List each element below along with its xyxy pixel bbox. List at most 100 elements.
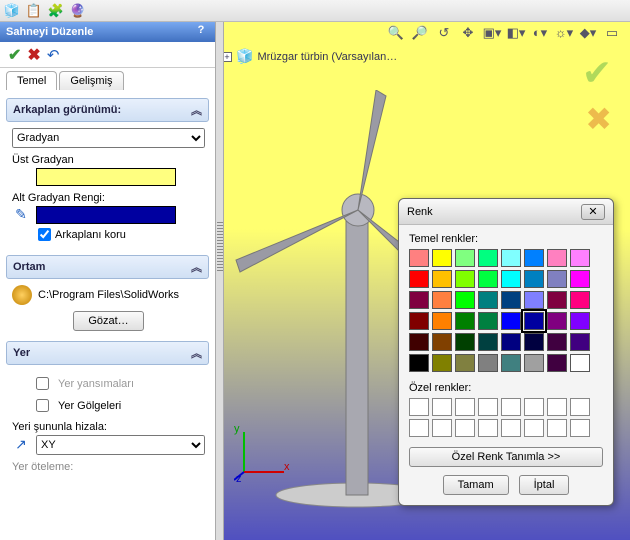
custom-color-swatch[interactable] (524, 419, 544, 437)
basic-color-swatch[interactable] (501, 291, 521, 309)
basic-color-swatch[interactable] (478, 354, 498, 372)
custom-color-swatch[interactable] (409, 419, 429, 437)
custom-color-swatch[interactable] (455, 419, 475, 437)
group-floor[interactable]: Yer ︽ (6, 341, 209, 365)
basic-color-swatch[interactable] (478, 333, 498, 351)
basic-color-swatch[interactable] (432, 312, 452, 330)
toolbar-icon-3[interactable]: 🧩 (47, 2, 65, 20)
section-icon[interactable]: ▣▾ (482, 24, 502, 42)
custom-color-swatch[interactable] (570, 398, 590, 416)
custom-color-swatch[interactable] (547, 398, 567, 416)
basic-color-swatch[interactable] (409, 354, 429, 372)
floor-reflections-checkbox[interactable] (36, 377, 49, 390)
basic-color-swatch[interactable] (455, 291, 475, 309)
basic-color-swatch[interactable] (547, 312, 567, 330)
cancel-corner-icon[interactable]: ✖ (585, 100, 612, 138)
custom-color-swatch[interactable] (570, 419, 590, 437)
basic-color-swatch[interactable] (547, 291, 567, 309)
group-background[interactable]: Arkaplan görünümü: ︽ (6, 98, 209, 122)
define-custom-color-button[interactable]: Özel Renk Tanımla >> (409, 447, 603, 467)
floor-align-select[interactable]: XY (36, 435, 205, 455)
basic-color-swatch[interactable] (501, 270, 521, 288)
basic-color-swatch[interactable] (409, 249, 429, 267)
basic-color-swatch[interactable] (432, 333, 452, 351)
custom-color-swatch[interactable] (409, 398, 429, 416)
basic-color-swatch[interactable] (478, 291, 498, 309)
scene-icon[interactable]: ☼▾ (554, 24, 574, 42)
toolbar-icon-4[interactable]: 🔮 (69, 2, 87, 20)
basic-color-swatch[interactable] (524, 333, 544, 351)
basic-color-swatch[interactable] (432, 270, 452, 288)
rotate-icon[interactable]: ↺ (434, 24, 454, 42)
eyedropper-icon[interactable]: ✎ (12, 206, 30, 224)
basic-color-swatch[interactable] (501, 249, 521, 267)
help-icon[interactable]: ? (193, 24, 209, 40)
basic-color-swatch[interactable] (570, 249, 590, 267)
undo-icon[interactable]: ↶ (47, 46, 60, 64)
splitter[interactable] (216, 22, 224, 540)
basic-color-swatch[interactable] (570, 291, 590, 309)
floor-shadows-label[interactable]: Yer Gölgeleri (58, 400, 121, 412)
custom-color-swatch[interactable] (455, 398, 475, 416)
custom-color-swatch[interactable] (478, 398, 498, 416)
floor-shadows-checkbox[interactable] (36, 399, 49, 412)
align-icon[interactable]: ↗ (12, 436, 30, 454)
pan-icon[interactable]: ✥ (458, 24, 478, 42)
basic-color-swatch[interactable] (524, 312, 544, 330)
feature-tree-item[interactable]: + 🧊 Mrüzgar türbin (Varsayılan… (222, 48, 397, 65)
basic-color-swatch[interactable] (570, 333, 590, 351)
basic-color-swatch[interactable] (501, 333, 521, 351)
custom-color-swatch[interactable] (432, 398, 452, 416)
confirm-corner-icon[interactable]: ✔ (582, 52, 612, 94)
basic-color-swatch[interactable] (455, 249, 475, 267)
custom-color-swatch[interactable] (501, 419, 521, 437)
basic-color-swatch[interactable] (455, 354, 475, 372)
basic-color-swatch[interactable] (547, 270, 567, 288)
appearance-icon[interactable]: ◆▾ (578, 24, 598, 42)
basic-color-swatch[interactable] (432, 354, 452, 372)
basic-color-swatch[interactable] (478, 249, 498, 267)
custom-color-swatch[interactable] (478, 419, 498, 437)
top-gradient-swatch[interactable] (36, 168, 176, 186)
zoom-area-icon[interactable]: 🔎 (410, 24, 430, 42)
color-dialog-titlebar[interactable]: Renk ✕ (399, 199, 613, 225)
view-cube-icon[interactable]: ◧▾ (506, 24, 526, 42)
toolbar-icon-1[interactable]: 🧊 (3, 2, 21, 20)
basic-color-swatch[interactable] (409, 270, 429, 288)
cancel-icon[interactable]: ✖ (27, 45, 40, 65)
display-style-icon[interactable]: ◐▾ (530, 24, 550, 42)
color-ok-button[interactable]: Tamam (443, 475, 509, 495)
basic-color-swatch[interactable] (455, 333, 475, 351)
custom-color-swatch[interactable] (501, 398, 521, 416)
basic-color-swatch[interactable] (455, 312, 475, 330)
group-environment[interactable]: Ortam ︽ (6, 255, 209, 279)
tab-gelismis[interactable]: Gelişmiş (59, 71, 123, 90)
basic-color-swatch[interactable] (570, 270, 590, 288)
basic-color-swatch[interactable] (547, 354, 567, 372)
background-type-select[interactable]: Gradyan (12, 128, 205, 148)
basic-color-swatch[interactable] (570, 312, 590, 330)
basic-color-swatch[interactable] (547, 333, 567, 351)
basic-color-swatch[interactable] (547, 249, 567, 267)
basic-color-swatch[interactable] (524, 354, 544, 372)
basic-color-swatch[interactable] (478, 312, 498, 330)
basic-color-swatch[interactable] (524, 291, 544, 309)
custom-color-swatch[interactable] (432, 419, 452, 437)
keep-background-label[interactable]: Arkaplanı koru (55, 229, 126, 241)
custom-color-swatch[interactable] (524, 398, 544, 416)
basic-color-swatch[interactable] (501, 354, 521, 372)
custom-color-swatch[interactable] (547, 419, 567, 437)
color-cancel-button[interactable]: İptal (519, 475, 570, 495)
toolbar-icon-2[interactable]: 📋 (25, 2, 43, 20)
basic-color-swatch[interactable] (409, 333, 429, 351)
basic-color-swatch[interactable] (524, 249, 544, 267)
basic-color-swatch[interactable] (432, 291, 452, 309)
basic-color-swatch[interactable] (455, 270, 475, 288)
hide-show-icon[interactable]: ▭ (602, 24, 622, 42)
bottom-gradient-swatch[interactable] (36, 206, 176, 224)
basic-color-swatch[interactable] (409, 291, 429, 309)
basic-color-swatch[interactable] (501, 312, 521, 330)
keep-background-checkbox[interactable] (38, 228, 51, 241)
tab-temel[interactable]: Temel (6, 71, 57, 90)
ok-icon[interactable]: ✔ (8, 45, 21, 65)
